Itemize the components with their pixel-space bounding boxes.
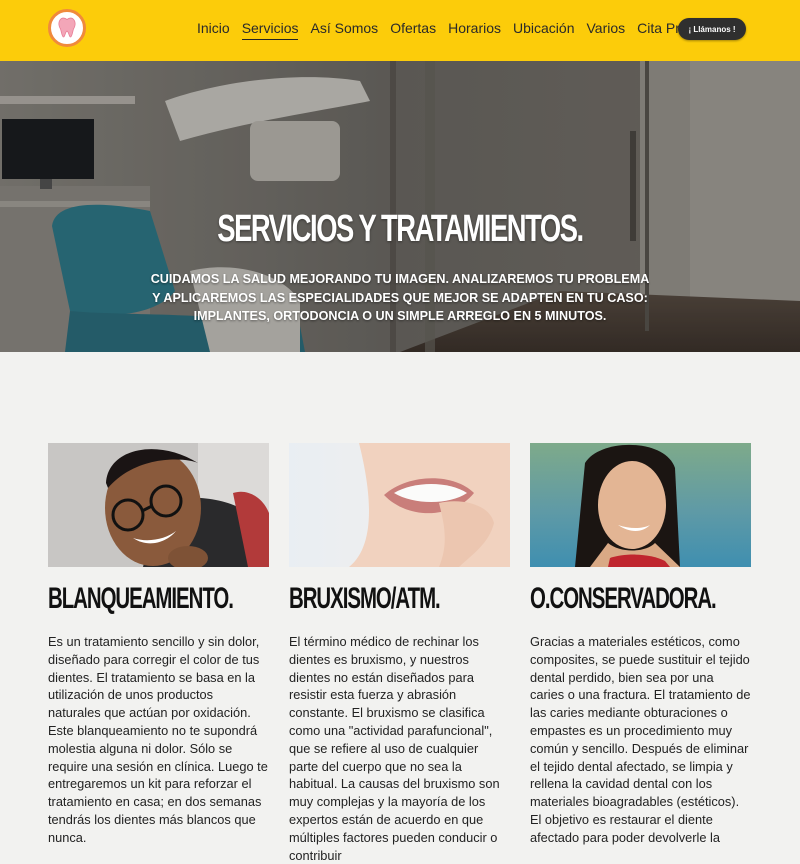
tooth-icon: [58, 17, 76, 38]
card-text: Es un tratamiento sencillo y sin dolor, …: [48, 634, 268, 845]
call-us-button[interactable]: ¡ Llámanos !: [678, 18, 746, 40]
card-image-smiling-man: [48, 443, 269, 567]
card-title: BLANQUEAMIENTO.: [48, 582, 234, 615]
card-title: O.CONSERVADORA.: [530, 582, 717, 615]
card-image-smiling-woman: [530, 443, 751, 567]
hero-banner: SERVICIOS Y TRATAMIENTOS. Cuidamos la sa…: [0, 61, 800, 352]
logo[interactable]: [48, 9, 86, 47]
hero-subtitle: Cuidamos la salud mejorando tu imagen. A…: [150, 272, 650, 323]
service-card-conservadora: O.CONSERVADORA. Gracias a materiales est…: [530, 443, 751, 847]
nav-item-asi-somos[interactable]: Así Somos: [310, 19, 378, 40]
card-image-smile-aligner: [289, 443, 510, 567]
nav-item-varios[interactable]: Varios: [586, 19, 625, 40]
nav-item-ubicacion[interactable]: Ubicación: [513, 19, 574, 40]
hero-title: SERVICIOS Y TRATAMIENTOS.: [217, 208, 584, 250]
nav-item-ofertas[interactable]: Ofertas: [390, 19, 436, 40]
site-header: Inicio Servicios Así Somos Ofertas Horar…: [0, 0, 800, 61]
nav-item-horarios[interactable]: Horarios: [448, 19, 501, 40]
card-text: El término médico de rechinar los diente…: [289, 634, 500, 863]
nav-item-inicio[interactable]: Inicio: [197, 19, 230, 40]
main-nav: Inicio Servicios Así Somos Ofertas Horar…: [197, 19, 718, 40]
service-card-blanqueamiento: BLANQUEAMIENTO. Es un tratamiento sencil…: [48, 443, 269, 847]
nav-item-servicios[interactable]: Servicios: [241, 19, 299, 40]
service-card-bruxismo: BRUXISMO/ATM. El término médico de rechi…: [289, 443, 510, 864]
card-title: BRUXISMO/ATM.: [289, 582, 441, 615]
card-text: Gracias a materiales estéticos, como com…: [530, 634, 751, 845]
